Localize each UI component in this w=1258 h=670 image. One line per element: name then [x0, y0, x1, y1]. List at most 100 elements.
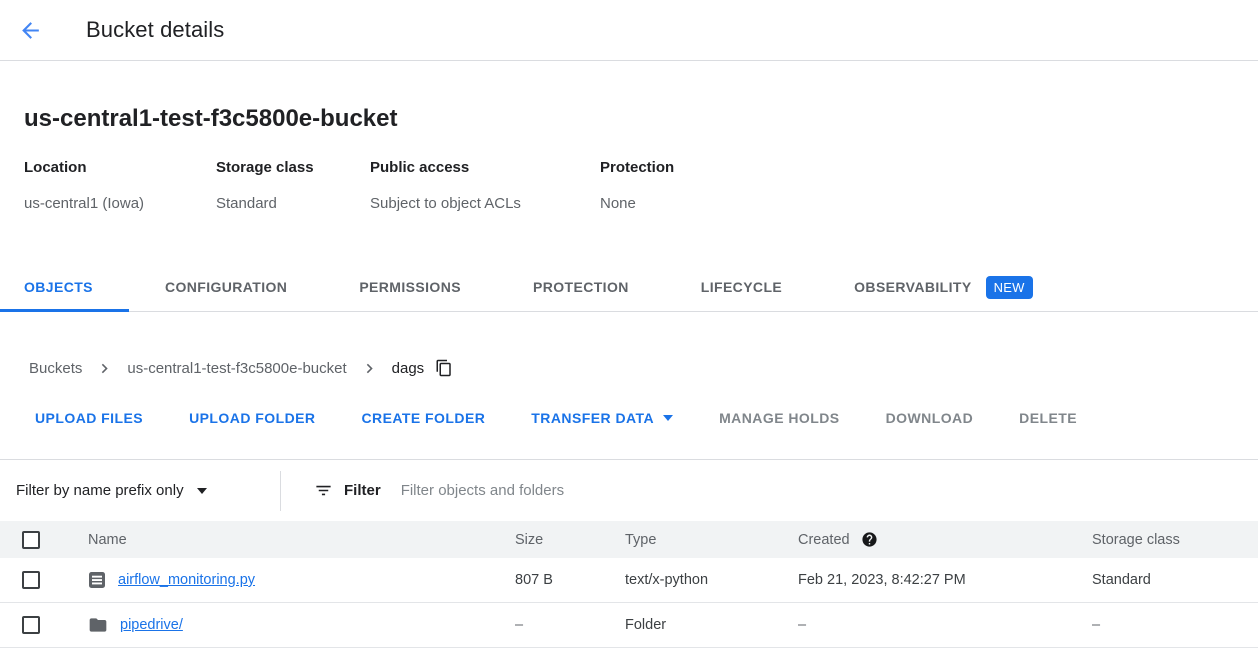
column-header-name: Name: [62, 532, 515, 548]
bucket-meta-location: Location us-central1 (Iowa): [24, 159, 216, 213]
filter-label: Filter: [344, 482, 381, 499]
action-button-label: UPLOAD FILES: [35, 410, 143, 426]
create-folder-button[interactable]: CREATE FOLDER: [338, 400, 508, 436]
select-all-cell: [0, 531, 62, 549]
upload-files-button[interactable]: UPLOAD FILES: [12, 400, 166, 436]
meta-label: Storage class: [216, 159, 370, 177]
tab-bar: OBJECTS CONFIGURATION PERMISSIONS PROTECTIO…: [0, 263, 1258, 312]
created-help-icon[interactable]: [861, 531, 878, 548]
column-header-label: Storage class: [1092, 532, 1180, 548]
back-button[interactable]: [18, 18, 43, 43]
copy-button[interactable]: [435, 359, 453, 377]
upload-folder-button[interactable]: UPLOAD FOLDER: [166, 400, 338, 436]
tab-observability[interactable]: OBSERVABILITY NEW: [818, 263, 1068, 311]
cell-name: pipedrive/: [62, 615, 515, 635]
tab-label: PROTECTION: [533, 279, 629, 295]
bucket-name: us-central1-test-f3c5800e-bucket: [24, 105, 1234, 133]
back-arrow-icon: [18, 18, 43, 43]
cell-storage-class: –: [1092, 617, 1258, 633]
tab-label: LIFECYCLE: [701, 279, 782, 295]
breadcrumb-item-us-central1-test-f3c5800e-bucket[interactable]: us-central1-test-f3c5800e-bucket: [127, 360, 346, 377]
bucket-meta-row: Locationus-central1 (Iowa)Storage classS…: [24, 159, 1234, 213]
cell-created: –: [798, 617, 1092, 633]
bucket-summary: us-central1-test-f3c5800e-bucket Locatio…: [0, 61, 1258, 213]
table-body: airflow_monitoring.py807 Btext/x-pythonF…: [0, 558, 1258, 648]
column-header-storage-class: Storage class: [1092, 532, 1258, 548]
meta-label: Protection: [600, 159, 674, 177]
table-header: Name Size Type Created Storage class: [0, 521, 1258, 558]
meta-value: None: [600, 195, 674, 213]
manage-holds-button[interactable]: MANAGE HOLDS: [696, 400, 863, 436]
new-badge: NEW: [986, 276, 1033, 299]
filter-objects-input[interactable]: [399, 481, 1258, 500]
filter-list-icon: [314, 481, 333, 500]
tab-protection[interactable]: PROTECTION: [497, 263, 665, 311]
filter-bar: Filter by name prefix only Filter: [0, 459, 1258, 521]
delete-button[interactable]: DELETE: [996, 400, 1100, 436]
meta-label: Location: [24, 159, 216, 177]
cell-type: text/x-python: [625, 572, 798, 588]
cell-storage-class: Standard: [1092, 572, 1258, 588]
breadcrumb: Buckets us-central1-test-f3c5800e-bucket d…: [29, 356, 1258, 380]
action-button-label: UPLOAD FOLDER: [189, 410, 315, 426]
action-button-label: DELETE: [1019, 410, 1077, 426]
column-header-label: Created: [798, 532, 850, 548]
row-checkbox-cell: [0, 571, 62, 589]
object-link[interactable]: airflow_monitoring.py: [118, 572, 255, 588]
column-header-size: Size: [515, 532, 625, 548]
tab-permissions[interactable]: PERMISSIONS: [323, 263, 497, 311]
action-button-label: DOWNLOAD: [886, 410, 974, 426]
cell-size: –: [515, 617, 625, 633]
tab-configuration[interactable]: CONFIGURATION: [129, 263, 323, 311]
bucket-meta-storage-class: Storage class Standard: [216, 159, 370, 213]
table-row: airflow_monitoring.py 807 Btext/x-pythonF…: [0, 558, 1258, 603]
chevron-down-icon: [663, 415, 673, 421]
topbar: Bucket details: [0, 0, 1258, 61]
filter-mode-dropdown[interactable]: Filter by name prefix only: [0, 482, 280, 499]
meta-value: us-central1 (Iowa): [24, 195, 216, 213]
action-button-label: TRANSFER DATA: [531, 410, 654, 426]
breadcrumb-item-buckets[interactable]: Buckets: [29, 360, 82, 377]
meta-value: Subject to object ACLs: [370, 195, 600, 213]
cell-size: 807 B: [515, 572, 625, 588]
tab-label: OBSERVABILITY: [854, 279, 971, 295]
tab-label: CONFIGURATION: [165, 279, 287, 295]
row-checkbox-cell: [0, 616, 62, 634]
object-link[interactable]: pipedrive/: [120, 617, 183, 633]
row-checkbox[interactable]: [22, 571, 40, 589]
file-icon: [88, 571, 106, 589]
table-row: pipedrive/–Folder––: [0, 603, 1258, 648]
action-button-label: CREATE FOLDER: [361, 410, 485, 426]
bucket-meta-public-access: Public access Subject to object ACLs: [370, 159, 600, 213]
column-header-label: Size: [515, 532, 543, 548]
column-header-created: Created: [798, 531, 1092, 548]
copy-icon: [435, 359, 453, 377]
breadcrumb-item-dags: dags: [392, 360, 425, 377]
vertical-divider: [280, 471, 281, 511]
chevron-right-icon: [95, 359, 114, 378]
cell-name: airflow_monitoring.py: [62, 571, 515, 589]
filter-mode-label: Filter by name prefix only: [16, 482, 184, 499]
action-bar: UPLOAD FILES UPLOAD FOLDER CREATE FOLDER TR…: [0, 398, 1258, 438]
column-header-type: Type: [625, 532, 798, 548]
meta-label: Public access: [370, 159, 600, 177]
transfer-data-button[interactable]: TRANSFER DATA: [508, 400, 696, 436]
row-checkbox[interactable]: [22, 616, 40, 634]
tab-label: OBJECTS: [24, 279, 93, 295]
cell-created: Feb 21, 2023, 8:42:27 PM: [798, 572, 1092, 588]
chevron-down-icon: [197, 488, 207, 494]
tab-lifecycle[interactable]: LIFECYCLE: [665, 263, 818, 311]
tab-label: PERMISSIONS: [359, 279, 461, 295]
download-button[interactable]: DOWNLOAD: [863, 400, 997, 436]
chevron-right-icon: [360, 359, 379, 378]
select-all-checkbox[interactable]: [22, 531, 40, 549]
column-header-label: Name: [88, 532, 127, 548]
tab-objects[interactable]: OBJECTS: [0, 263, 129, 311]
bucket-meta-protection: Protection None: [600, 159, 674, 213]
action-button-label: MANAGE HOLDS: [719, 410, 840, 426]
page-title: Bucket details: [86, 17, 224, 43]
meta-value: Standard: [216, 195, 370, 213]
cell-type: Folder: [625, 617, 798, 633]
folder-icon: [88, 615, 108, 635]
column-header-label: Type: [625, 532, 656, 548]
